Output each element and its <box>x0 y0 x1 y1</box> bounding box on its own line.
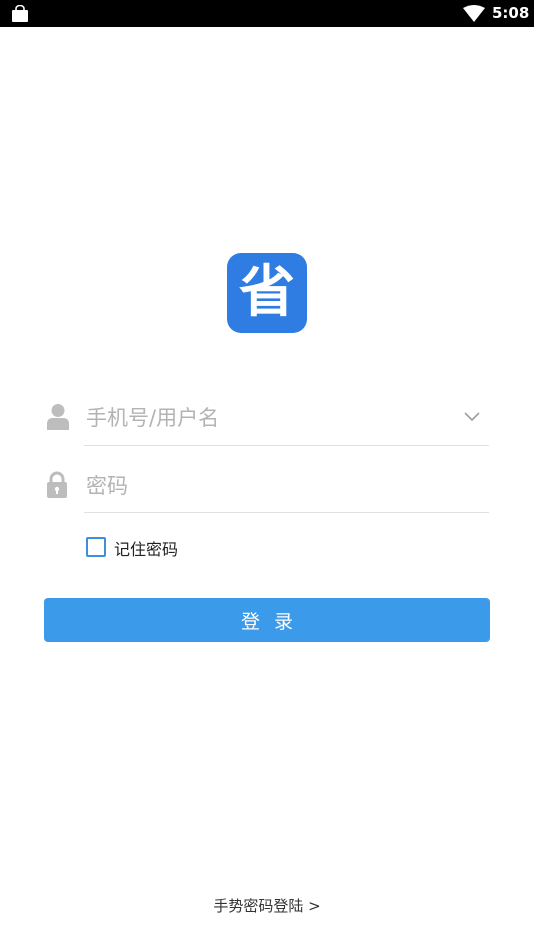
username-divider <box>84 445 489 446</box>
remember-password-checkbox[interactable] <box>86 537 106 557</box>
app-logo-text: 省 <box>239 260 295 325</box>
user-icon <box>47 404 69 430</box>
username-input[interactable] <box>86 398 446 438</box>
password-divider <box>84 512 489 513</box>
lock-icon <box>47 471 67 498</box>
remember-password-label[interactable]: 记住密码 <box>114 536 178 560</box>
status-bar: 5:08 <box>0 0 534 27</box>
password-input[interactable] <box>86 466 476 506</box>
status-time: 5:08 <box>492 4 530 22</box>
chevron-down-icon[interactable] <box>462 406 482 426</box>
wifi-icon <box>463 5 485 22</box>
app-logo: 省 <box>227 253 307 333</box>
shopping-bag-icon <box>12 5 28 22</box>
gesture-login-link[interactable]: 手势密码登陆 > <box>0 895 534 916</box>
login-button[interactable]: 登录 <box>44 598 490 642</box>
